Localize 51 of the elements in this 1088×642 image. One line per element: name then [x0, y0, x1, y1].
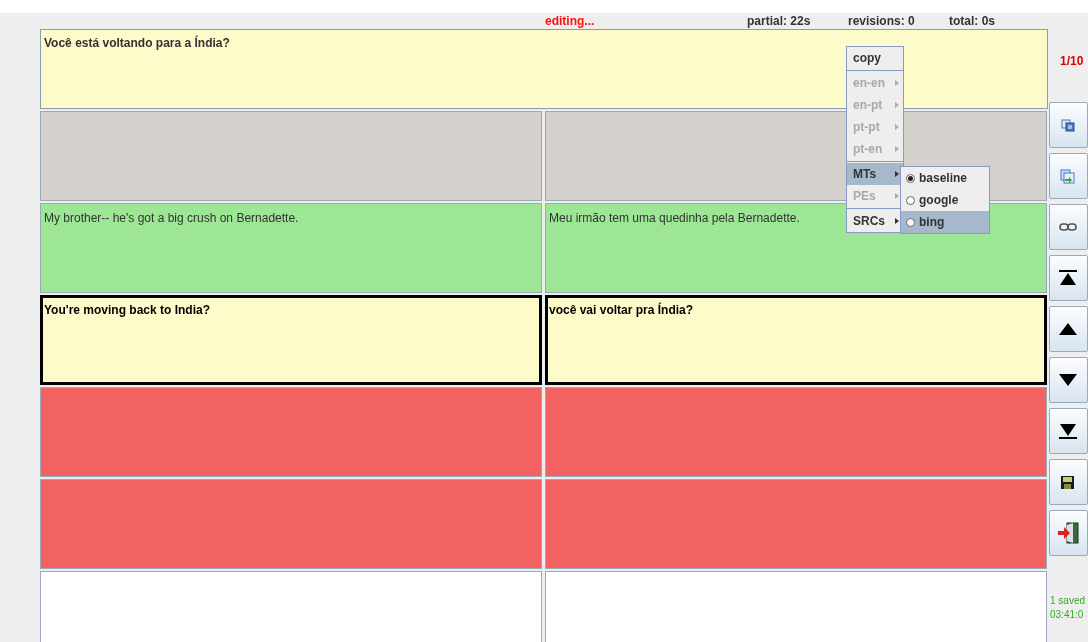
- menu-radio-item[interactable]: baseline: [901, 167, 989, 189]
- revisions-count: revisions: 0: [848, 14, 915, 28]
- menu-item[interactable]: copy: [847, 47, 903, 69]
- segment-cell[interactable]: [40, 479, 542, 569]
- save-icon: [1061, 475, 1074, 489]
- segment-counter: 1/10: [1060, 54, 1084, 67]
- link-icon: [1058, 223, 1077, 231]
- copy-button[interactable]: [1049, 102, 1088, 148]
- total-time: total: 0s: [949, 14, 995, 28]
- submenu-arrow-icon: [895, 102, 899, 108]
- link-button[interactable]: [1049, 204, 1088, 250]
- paste-button[interactable]: [1049, 153, 1088, 199]
- up-button[interactable]: [1049, 306, 1088, 352]
- paste-icon: [1060, 168, 1075, 184]
- source-text: Você está voltando para a Índia?: [44, 36, 231, 50]
- source-text: My brother-- he's got a big crush on Bernadette.: [44, 211, 299, 225]
- save-status: 03:41:0: [1050, 608, 1085, 622]
- up-icon: [1058, 323, 1077, 335]
- exit-button[interactable]: [1049, 510, 1088, 556]
- segment-cell[interactable]: [40, 387, 542, 477]
- exit-icon: [1056, 522, 1079, 544]
- submenu-arrow-icon: [895, 146, 899, 152]
- segment-cell[interactable]: você vai voltar pra Índia?: [545, 295, 1047, 385]
- source-text: You're moving back to India?: [44, 303, 210, 317]
- radio-button[interactable]: [906, 217, 915, 227]
- radio-button[interactable]: [906, 195, 915, 205]
- first-button[interactable]: [1049, 255, 1088, 301]
- last-button[interactable]: [1049, 408, 1088, 454]
- save-button[interactable]: [1049, 459, 1088, 505]
- segment-cell[interactable]: My brother-- he's got a big crush on Bernadette.: [40, 203, 542, 293]
- partial-time: partial: 22s: [747, 14, 811, 28]
- segment-cell[interactable]: [545, 387, 1047, 477]
- first-icon: [1058, 270, 1077, 286]
- segment-cell[interactable]: [545, 571, 1047, 642]
- menu-item[interactable]: MTs: [847, 163, 903, 185]
- save-status: 1 saved: [1050, 594, 1086, 608]
- translation-text: Meu irmão tem uma quedinha pela Bernadette.: [549, 211, 800, 225]
- down-icon: [1058, 374, 1077, 386]
- last-icon: [1058, 423, 1077, 439]
- submenu-arrow-icon: [895, 80, 899, 86]
- submenu-arrow-icon: [895, 124, 899, 130]
- segment-cell[interactable]: [545, 479, 1047, 569]
- translation-text: você vai voltar pra Índia?: [549, 303, 694, 317]
- editing-status: editing...: [545, 14, 595, 28]
- segment-cell[interactable]: You're moving back to India?: [40, 295, 542, 385]
- radio-button[interactable]: [906, 173, 915, 183]
- copy-icon: [1060, 118, 1075, 132]
- menu-radio-item[interactable]: bing: [901, 211, 989, 233]
- segment-cell[interactable]: [40, 571, 542, 642]
- segment-cell[interactable]: [40, 111, 542, 201]
- down-button[interactable]: [1049, 357, 1088, 403]
